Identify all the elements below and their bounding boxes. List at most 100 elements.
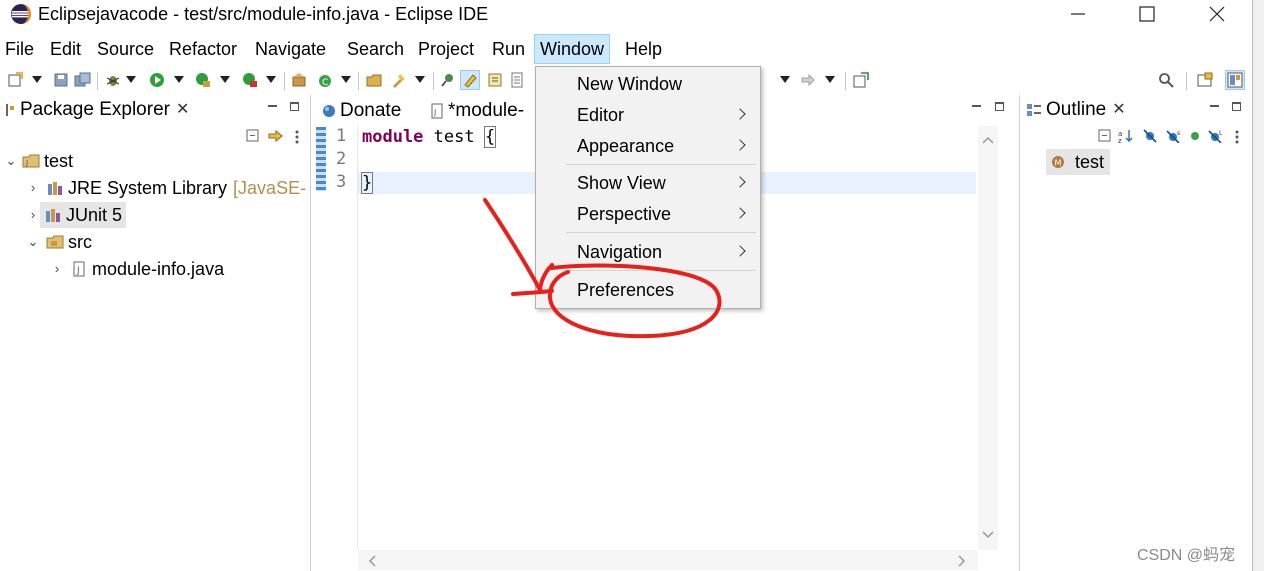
show-whitespace-button[interactable] — [508, 71, 526, 89]
link-with-editor-icon[interactable] — [268, 129, 284, 143]
module-name: test — [433, 127, 475, 147]
menu-window[interactable]: Window — [534, 34, 611, 64]
run-button[interactable] — [148, 71, 166, 89]
menu-item-new-window[interactable]: New Window — [536, 69, 760, 99]
menu-search[interactable]: Search — [342, 34, 409, 64]
menu-project[interactable]: Project — [413, 34, 479, 64]
sort-icon[interactable]: az — [1118, 129, 1134, 143]
maximize-view-button[interactable] — [290, 102, 299, 111]
coverage-dropdown-arrow-icon[interactable] — [220, 76, 230, 83]
maximize-view-button[interactable] — [1232, 102, 1241, 111]
editor-horizontal-scrollbar[interactable] — [358, 550, 978, 570]
tree-item-src[interactable]: ⌄ src — [26, 229, 92, 255]
code-line-3[interactable]: } — [360, 172, 374, 194]
close-tab-icon[interactable]: ✕ — [176, 95, 189, 125]
run-dropdown-arrow-icon[interactable] — [174, 76, 184, 83]
minimize-button[interactable] — [1055, 0, 1101, 28]
mark-occurrences-button[interactable] — [460, 70, 480, 90]
pin-editor-button[interactable] — [852, 71, 870, 89]
code-line-1[interactable]: module test { — [362, 126, 497, 148]
forward-dropdown-arrow-icon[interactable] — [825, 76, 835, 83]
external-tools-icon — [243, 73, 257, 87]
outline-item-module-test[interactable]: M test — [1046, 149, 1111, 175]
tab-outline[interactable]: Outline ✕ — [1026, 95, 1126, 125]
save-button[interactable] — [52, 71, 70, 89]
menu-file[interactable]: File — [0, 34, 39, 64]
hide-static-icon[interactable]: s — [1166, 129, 1182, 143]
tree-item-junit5[interactable]: › JUnit 5 — [26, 202, 127, 228]
tab-package-explorer[interactable]: Package Explorer ✕ — [4, 95, 189, 125]
maximize-editor-button[interactable] — [995, 102, 1004, 111]
new-java-class-button[interactable]: C — [316, 71, 334, 89]
package-explorer-tab-label: Package Explorer — [20, 99, 170, 120]
new-dropdown-arrow-icon[interactable] — [32, 76, 42, 83]
block-selection-button[interactable] — [486, 71, 504, 89]
new-button[interactable] — [6, 71, 24, 89]
chevron-right-icon[interactable]: › — [26, 175, 40, 201]
chevron-left-icon[interactable] — [368, 555, 376, 567]
collapse-all-icon[interactable] — [1098, 129, 1112, 143]
save-all-button[interactable] — [74, 71, 92, 89]
new-java-package-button[interactable] — [290, 71, 308, 89]
view-menu-icon[interactable] — [1234, 129, 1240, 145]
chevron-down-icon[interactable]: ⌄ — [4, 148, 18, 174]
forward-button[interactable] — [799, 71, 817, 89]
editor-vertical-scrollbar[interactable] — [978, 126, 998, 550]
coverage-button[interactable] — [194, 71, 212, 89]
module-icon: M — [1052, 156, 1064, 168]
save-all-icon — [74, 72, 91, 87]
chevron-right-icon[interactable]: › — [26, 202, 40, 228]
tree-item-module-info[interactable]: › J module-info.java — [50, 256, 224, 282]
search-button[interactable] — [1157, 71, 1175, 89]
close-tab-icon[interactable]: ✕ — [1112, 95, 1125, 125]
public-member-icon[interactable] — [1190, 131, 1200, 141]
tab-module-info-label: *module- — [448, 100, 525, 121]
tab-module-info[interactable]: J *module- — [430, 95, 525, 126]
open-perspective-button[interactable] — [1196, 71, 1214, 89]
menu-refactor[interactable]: Refactor — [164, 34, 242, 64]
collapse-all-icon[interactable] — [246, 129, 260, 143]
chevron-down-icon[interactable]: ⌄ — [26, 229, 40, 255]
menu-source[interactable]: Source — [92, 34, 159, 64]
java-perspective-button[interactable] — [1225, 70, 1245, 90]
chevron-right-icon[interactable] — [958, 555, 966, 567]
menu-edit[interactable]: Edit — [45, 34, 86, 64]
external-tools-button[interactable] — [241, 71, 259, 89]
tab-donate[interactable]: Donate — [322, 95, 401, 126]
menu-run[interactable]: Run — [487, 34, 530, 64]
minimize-view-button[interactable] — [266, 101, 280, 115]
chevron-right-icon[interactable]: › — [50, 256, 64, 282]
menu-navigate[interactable]: Navigate — [250, 34, 331, 64]
menu-item-appearance[interactable]: Appearance — [536, 131, 760, 161]
hide-fields-icon[interactable] — [1142, 129, 1158, 143]
tree-item-test-project[interactable]: ⌄ J test — [4, 148, 73, 174]
search-tool-button[interactable] — [390, 71, 408, 89]
menu-item-perspective[interactable]: Perspective — [536, 199, 760, 229]
view-menu-icon[interactable] — [294, 129, 300, 145]
close-brace: } — [360, 172, 374, 194]
minimize-view-button[interactable] — [1208, 101, 1222, 115]
debug-button[interactable] — [104, 71, 122, 89]
debug-dropdown-arrow-icon[interactable] — [126, 76, 136, 83]
chevron-down-icon[interactable] — [982, 531, 994, 539]
maximize-button[interactable] — [1124, 0, 1170, 28]
close-button[interactable] — [1194, 0, 1240, 28]
menu-item-show-view[interactable]: Show View — [536, 168, 760, 198]
chevron-up-icon[interactable] — [982, 136, 994, 144]
external-tools-dropdown-arrow-icon[interactable] — [266, 76, 276, 83]
menu-item-navigation[interactable]: Navigation — [536, 237, 760, 267]
menu-item-editor[interactable]: Editor — [536, 100, 760, 130]
window-edge — [1252, 0, 1264, 571]
hide-local-types-icon[interactable]: L — [1208, 129, 1224, 143]
toggle-breadcrumb-button[interactable] — [439, 71, 457, 89]
back-dropdown-arrow-icon[interactable] — [780, 76, 790, 83]
open-brace: { — [483, 126, 497, 148]
menu-item-preferences[interactable]: Preferences — [536, 275, 760, 305]
new-class-dropdown-arrow-icon[interactable] — [341, 76, 351, 83]
search-dropdown-arrow-icon[interactable] — [415, 76, 425, 83]
run-icon — [150, 73, 164, 87]
minimize-editor-button[interactable] — [970, 101, 984, 115]
open-type-button[interactable] — [365, 71, 383, 89]
menu-help[interactable]: Help — [620, 34, 667, 64]
tree-item-jre-library[interactable]: › JRE System Library [JavaSE- — [26, 175, 306, 201]
